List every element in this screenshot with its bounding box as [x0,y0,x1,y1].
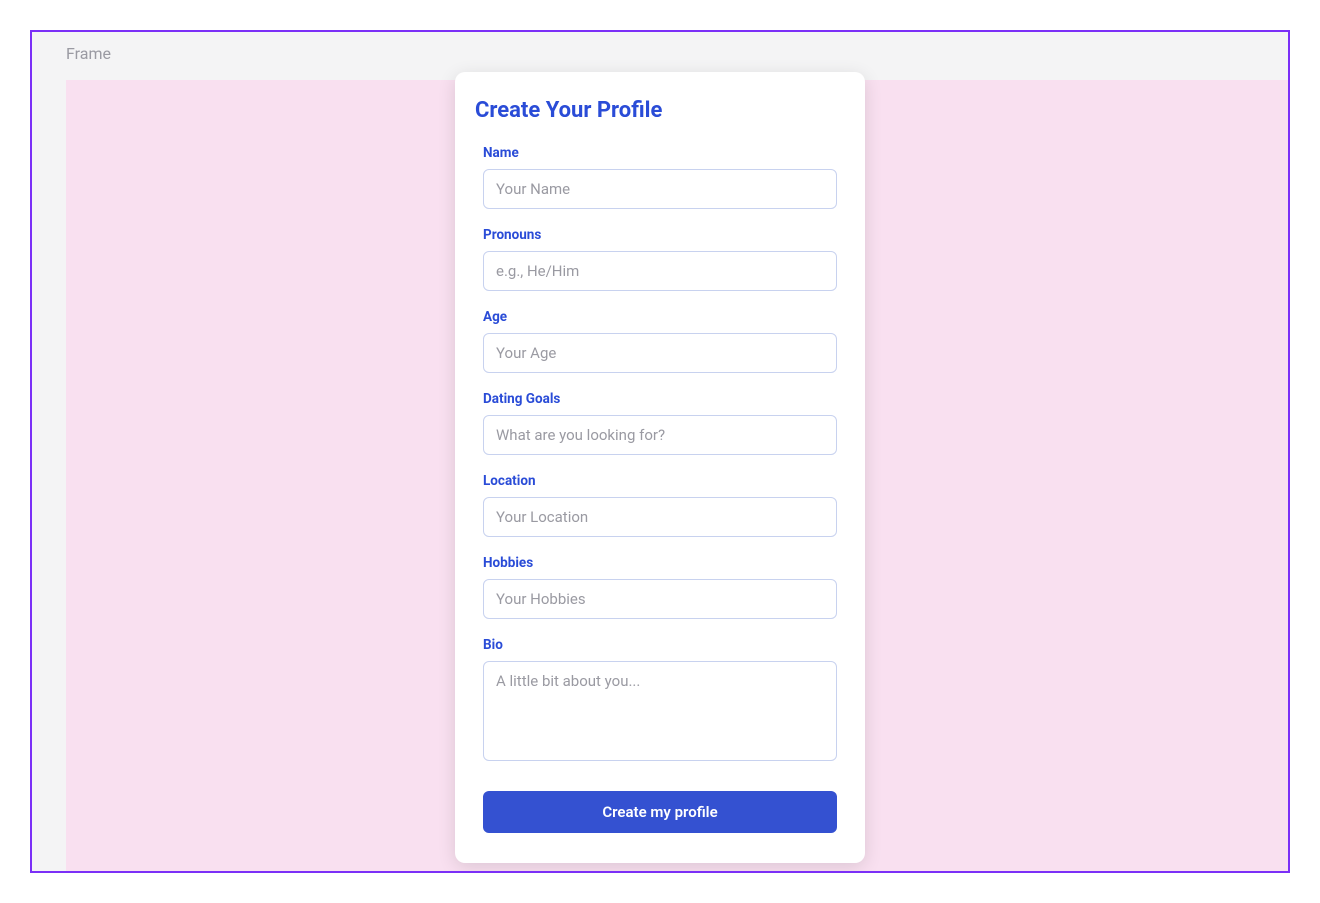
design-frame: Frame Create Your Profile Name Pronouns … [30,30,1290,873]
field-age: Age [473,309,847,373]
label-location: Location [483,473,837,489]
label-age: Age [483,309,837,325]
field-hobbies: Hobbies [473,555,847,619]
field-dating-goals: Dating Goals [473,391,847,455]
input-name[interactable] [483,169,837,209]
input-hobbies[interactable] [483,579,837,619]
label-pronouns: Pronouns [483,227,837,243]
input-pronouns[interactable] [483,251,837,291]
label-name: Name [483,145,837,161]
textarea-bio[interactable] [483,661,837,761]
create-profile-button[interactable]: Create my profile [483,791,837,833]
profile-form-card: Create Your Profile Name Pronouns Age Da… [455,72,865,863]
field-name: Name [473,145,847,209]
label-hobbies: Hobbies [483,555,837,571]
input-location[interactable] [483,497,837,537]
field-bio: Bio [473,637,847,765]
label-bio: Bio [483,637,837,653]
label-dating-goals: Dating Goals [483,391,837,407]
input-dating-goals[interactable] [483,415,837,455]
input-age[interactable] [483,333,837,373]
form-title: Create Your Profile [473,98,847,123]
frame-label: Frame [66,44,111,63]
field-location: Location [473,473,847,537]
field-pronouns: Pronouns [473,227,847,291]
